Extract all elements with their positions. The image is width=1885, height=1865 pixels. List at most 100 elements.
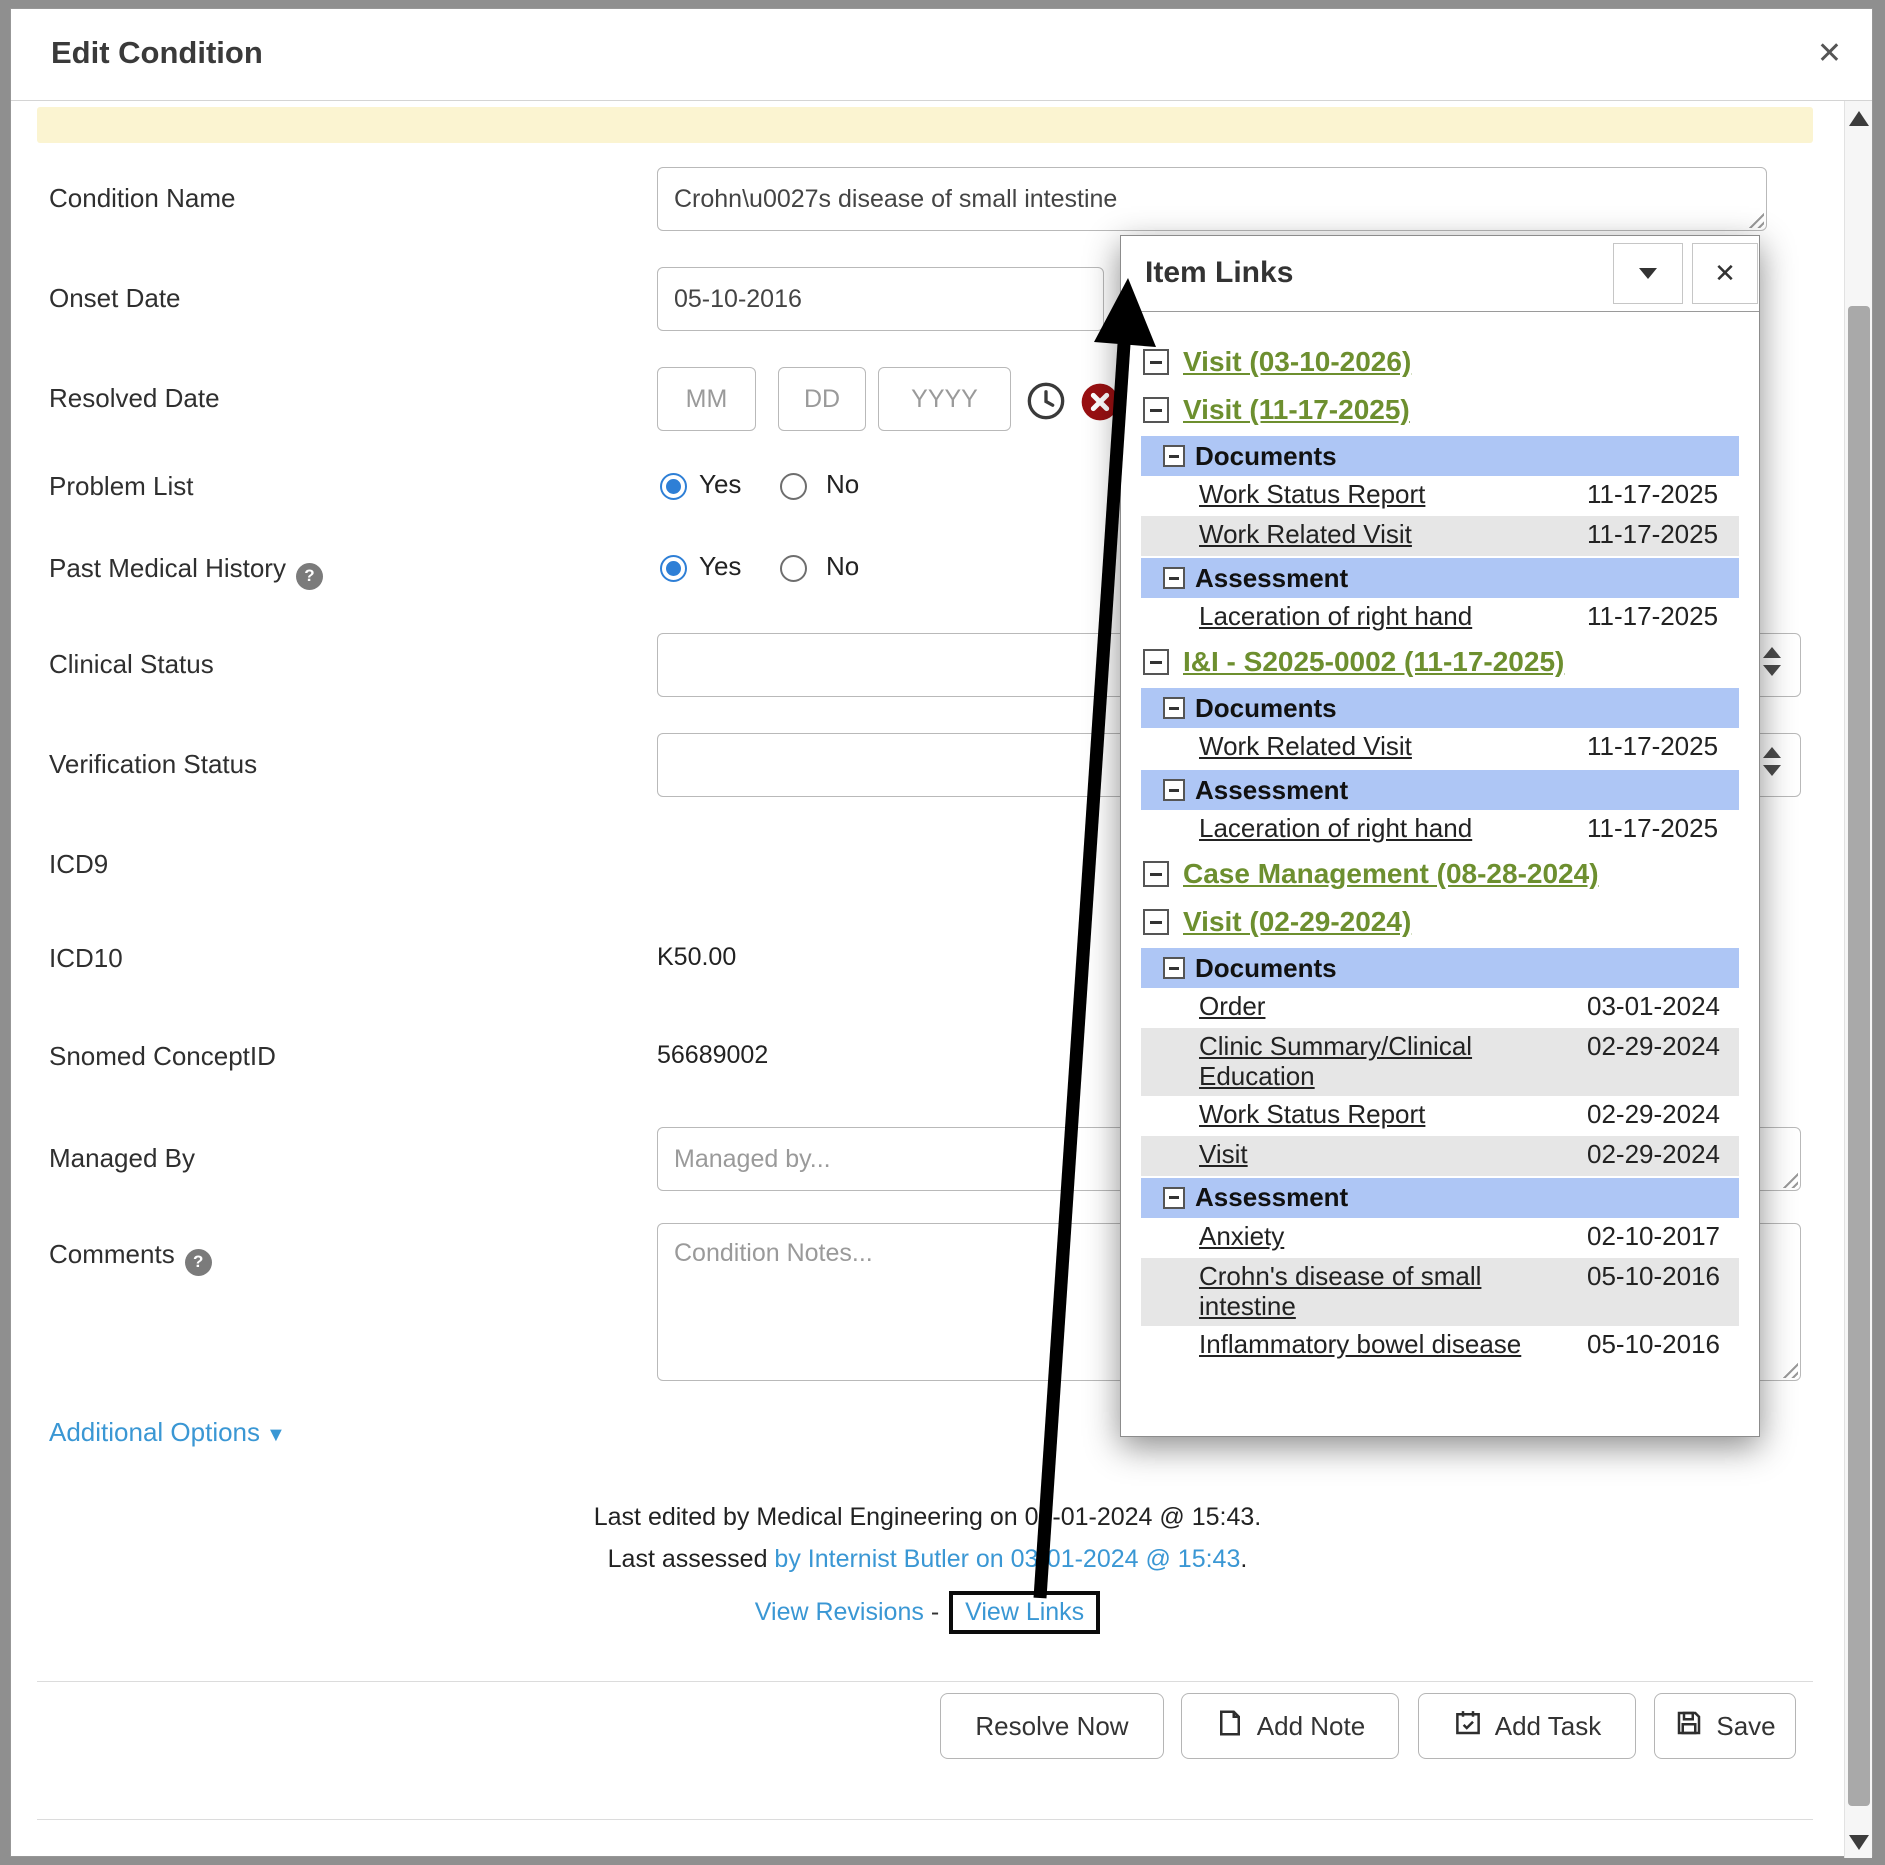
help-icon[interactable]: ? — [296, 563, 323, 590]
collapse-icon[interactable] — [1163, 1187, 1185, 1209]
tree-item-name: Work Status Report — [1199, 480, 1587, 510]
scroll-down-icon[interactable] — [1849, 1835, 1869, 1850]
tree-section-items: Work Related Visit11-17-2025 — [1141, 728, 1739, 768]
resolve-now-label: Resolve Now — [975, 1711, 1128, 1742]
popup-close-button[interactable]: ✕ — [1692, 243, 1758, 304]
item-links-title: Item Links — [1145, 256, 1293, 290]
tree-item-link[interactable]: Laceration of right hand — [1199, 601, 1472, 631]
collapse-icon[interactable] — [1163, 445, 1185, 467]
view-links-link[interactable]: View Links — [965, 1598, 1084, 1626]
tree-item-link[interactable]: Visit — [1199, 1139, 1248, 1169]
tree-section-header: Documents — [1141, 436, 1739, 476]
linked-group-link[interactable]: Visit (03-10-2026) — [1183, 346, 1411, 378]
tree-item-date: 05-10-2016 — [1587, 1330, 1739, 1360]
resolved-month-input[interactable] — [657, 367, 756, 431]
add-note-button[interactable]: Add Note — [1181, 1693, 1399, 1759]
collapse-icon[interactable] — [1163, 779, 1185, 801]
tree-item-link[interactable]: Work Related Visit — [1199, 731, 1412, 761]
help-icon[interactable]: ? — [185, 1249, 212, 1276]
collapse-icon[interactable] — [1143, 861, 1169, 887]
collapse-icon[interactable] — [1143, 349, 1169, 375]
select-stepper-icon[interactable] — [1763, 647, 1783, 676]
last-assessed-link[interactable]: by Internist Butler on 03-01-2024 @ 15:4… — [774, 1545, 1240, 1573]
tree-item-link[interactable]: Clinic Summary/Clinical Education — [1199, 1031, 1472, 1091]
tree-item-row: Work Status Report02-29-2024 — [1141, 1096, 1739, 1136]
linked-group-link[interactable]: Visit (11-17-2025) — [1183, 394, 1410, 426]
add-task-button[interactable]: Add Task — [1418, 1693, 1636, 1759]
resolved-day-input[interactable] — [778, 367, 866, 431]
tree-section: DocumentsWork Related Visit11-17-2025 — [1141, 688, 1739, 768]
tree-item-row: Anxiety02-10-2017 — [1141, 1218, 1739, 1258]
linked-group-link[interactable]: I&I - S2025-0002 (11-17-2025) — [1183, 646, 1564, 678]
tree-section: DocumentsOrder03-01-2024Clinic Summary/C… — [1141, 948, 1739, 1176]
additional-options-link[interactable]: Additional Options▼ — [49, 1417, 286, 1448]
vertical-scrollbar[interactable] — [1844, 101, 1872, 1858]
calendar-icon — [1453, 1708, 1483, 1745]
tree-group: Visit (02-29-2024)DocumentsOrder03-01-20… — [1141, 898, 1739, 1366]
tree-item-date: 11-17-2025 — [1587, 814, 1739, 844]
select-stepper-icon[interactable] — [1763, 747, 1783, 776]
tree-section-header: Documents — [1141, 948, 1739, 988]
collapse-icon[interactable] — [1143, 397, 1169, 423]
tree-item-link[interactable]: Order — [1199, 991, 1265, 1021]
tree-item-date: 11-17-2025 — [1587, 480, 1739, 510]
tree-item-link[interactable]: Work Related Visit — [1199, 519, 1412, 549]
past-medical-history-yes-radio[interactable] — [660, 555, 687, 582]
modal-header: Edit Condition ✕ — [11, 9, 1872, 101]
problem-list-no-radio[interactable] — [780, 473, 807, 500]
tree-item-link[interactable]: Work Status Report — [1199, 479, 1425, 509]
caret-down-icon: ▼ — [266, 1424, 286, 1446]
tree-item-link[interactable]: Work Status Report — [1199, 1099, 1425, 1129]
tree-item-row: Work Related Visit11-17-2025 — [1141, 728, 1739, 768]
tree-section-items: Anxiety02-10-2017Crohn's disease of smal… — [1141, 1218, 1739, 1366]
last-assessed-prefix: Last assessed — [608, 1545, 775, 1573]
scroll-up-icon[interactable] — [1849, 111, 1869, 126]
tree-group: I&I - S2025-0002 (11-17-2025) DocumentsWo… — [1141, 638, 1739, 850]
collapse-icon[interactable] — [1143, 649, 1169, 675]
comments-label-text: Comments — [49, 1239, 175, 1269]
link-separator: - — [931, 1598, 939, 1626]
collapse-icon[interactable] — [1163, 567, 1185, 589]
condition-name-input[interactable] — [657, 167, 1767, 231]
close-icon[interactable]: ✕ — [1817, 36, 1842, 71]
popup-collapse-button[interactable] — [1613, 243, 1683, 304]
linked-group-link[interactable]: Case Management (08-28-2024) — [1183, 858, 1599, 890]
tree-item-link[interactable]: Inflammatory bowel disease — [1199, 1329, 1521, 1359]
onset-date-input[interactable] — [657, 267, 1104, 331]
tree-section-header: Assessment — [1141, 1178, 1739, 1218]
tree-item-link[interactable]: Crohn's disease of small intestine — [1199, 1261, 1481, 1321]
view-revisions-link[interactable]: View Revisions — [755, 1598, 924, 1626]
modal-title: Edit Condition — [51, 35, 263, 71]
collapse-icon[interactable] — [1163, 697, 1185, 719]
tree-root-row: Case Management (08-28-2024) — [1141, 850, 1739, 898]
resolve-now-button[interactable]: Resolve Now — [940, 1693, 1164, 1759]
item-links-tree: Visit (03-10-2026) Visit (11-17-2025) Docu… — [1121, 312, 1759, 1436]
time-picker-icon[interactable] — [1026, 381, 1066, 421]
tree-item-name: Laceration of right hand — [1199, 814, 1587, 844]
revisions-links-row: View Revisions -View Links — [11, 1591, 1844, 1634]
linked-group-link[interactable]: Visit (02-29-2024) — [1183, 906, 1411, 938]
tree-section: AssessmentLaceration of right hand11-17-… — [1141, 770, 1739, 850]
problem-list-yes-radio[interactable] — [660, 473, 687, 500]
tree-item-date: 02-29-2024 — [1587, 1032, 1739, 1062]
tree-item-name: Anxiety — [1199, 1222, 1587, 1252]
resolved-date-label: Resolved Date — [49, 383, 220, 414]
tree-group: Visit (03-10-2026) — [1141, 338, 1739, 386]
tree-section-header: Documents — [1141, 688, 1739, 728]
past-medical-history-label-text: Past Medical History — [49, 553, 286, 583]
save-button[interactable]: Save — [1654, 1693, 1796, 1759]
collapse-icon[interactable] — [1143, 909, 1169, 935]
tree-section-label: Documents — [1195, 953, 1337, 984]
tree-item-link[interactable]: Anxiety — [1199, 1221, 1284, 1251]
collapse-icon[interactable] — [1163, 957, 1185, 979]
past-medical-history-yes-label: Yes — [699, 551, 741, 582]
resolved-year-input[interactable] — [878, 367, 1011, 431]
past-medical-history-no-radio[interactable] — [780, 555, 807, 582]
tree-section-label: Documents — [1195, 441, 1337, 472]
clear-date-icon[interactable] — [1080, 382, 1120, 422]
icd10-value: K50.00 — [657, 943, 736, 972]
scrollbar-thumb[interactable] — [1848, 306, 1870, 1806]
item-links-popup: Item Links ✕ Visit (03-10-2026) Visit (11… — [1120, 235, 1760, 1437]
tree-item-link[interactable]: Laceration of right hand — [1199, 813, 1472, 843]
onset-date-label: Onset Date — [49, 283, 181, 314]
